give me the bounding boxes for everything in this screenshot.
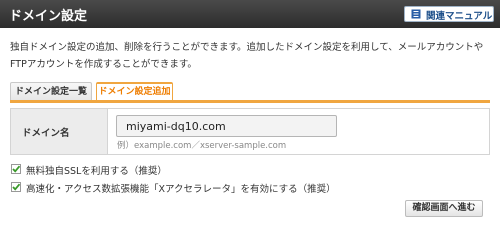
page-title: ドメイン設定 [9, 9, 88, 24]
domain-form: ドメイン名 例）example.com／xserver-sample.com [10, 108, 490, 155]
domain-name-input[interactable] [116, 115, 337, 137]
related-manual-label: 関連マニュアル [426, 11, 493, 22]
domain-name-label: ドメイン名 [22, 128, 70, 139]
form-label-cell: ドメイン名 [11, 109, 108, 154]
ssl-option-label: 無料独自SSLを利用する（推奨） [26, 166, 167, 177]
checkbox-checked-icon[interactable] [11, 164, 21, 174]
xaccelerator-option-label: 高速化・アクセス数拡張機能「Xアクセラレータ」を有効にする（推奨） [26, 184, 336, 195]
tab-domain-add[interactable]: ドメイン設定追加 [96, 82, 173, 101]
tab-domain-list[interactable]: ドメイン設定一覧 [10, 82, 92, 101]
domain-example-hint: 例）example.com／xserver-sample.com [117, 141, 287, 151]
tab-underline [10, 100, 490, 103]
confirm-button[interactable]: 確認画面へ進む [405, 200, 483, 217]
related-manual-button[interactable]: 関連マニュアル [404, 6, 494, 22]
page-description: 独自ドメイン設定の追加、削除を行うことができます。追加したドメイン設定を利用して… [10, 42, 484, 70]
book-icon [411, 9, 421, 19]
page-header: ドメイン設定 関連マニュアル [0, 0, 500, 28]
checkbox-checked-icon[interactable] [11, 182, 21, 192]
